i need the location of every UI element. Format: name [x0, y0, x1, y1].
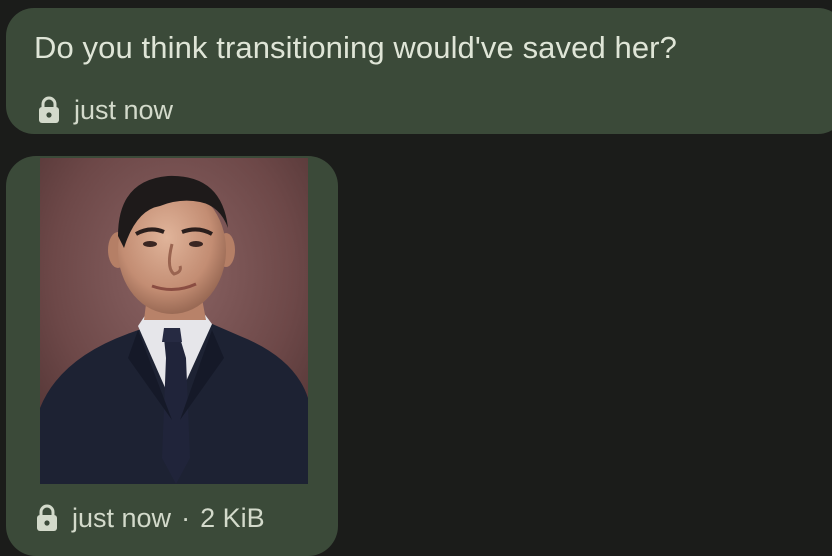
meta-separator: ·	[181, 503, 191, 533]
message-meta: just now	[38, 94, 173, 126]
message-bubble-text[interactable]: Do you think transitioning would've save…	[6, 8, 832, 134]
message-text: Do you think transitioning would've save…	[34, 30, 677, 65]
lock-icon	[37, 504, 57, 531]
message-time: just now	[72, 503, 172, 533]
message-meta: just now · 2 KiB	[36, 502, 265, 534]
attached-photo[interactable]	[40, 158, 308, 484]
message-bubble-image[interactable]: just now · 2 KiB	[6, 156, 338, 556]
attachment-size: 2 KiB	[200, 503, 265, 533]
message-time: just now	[74, 95, 174, 125]
lock-icon	[39, 96, 59, 123]
